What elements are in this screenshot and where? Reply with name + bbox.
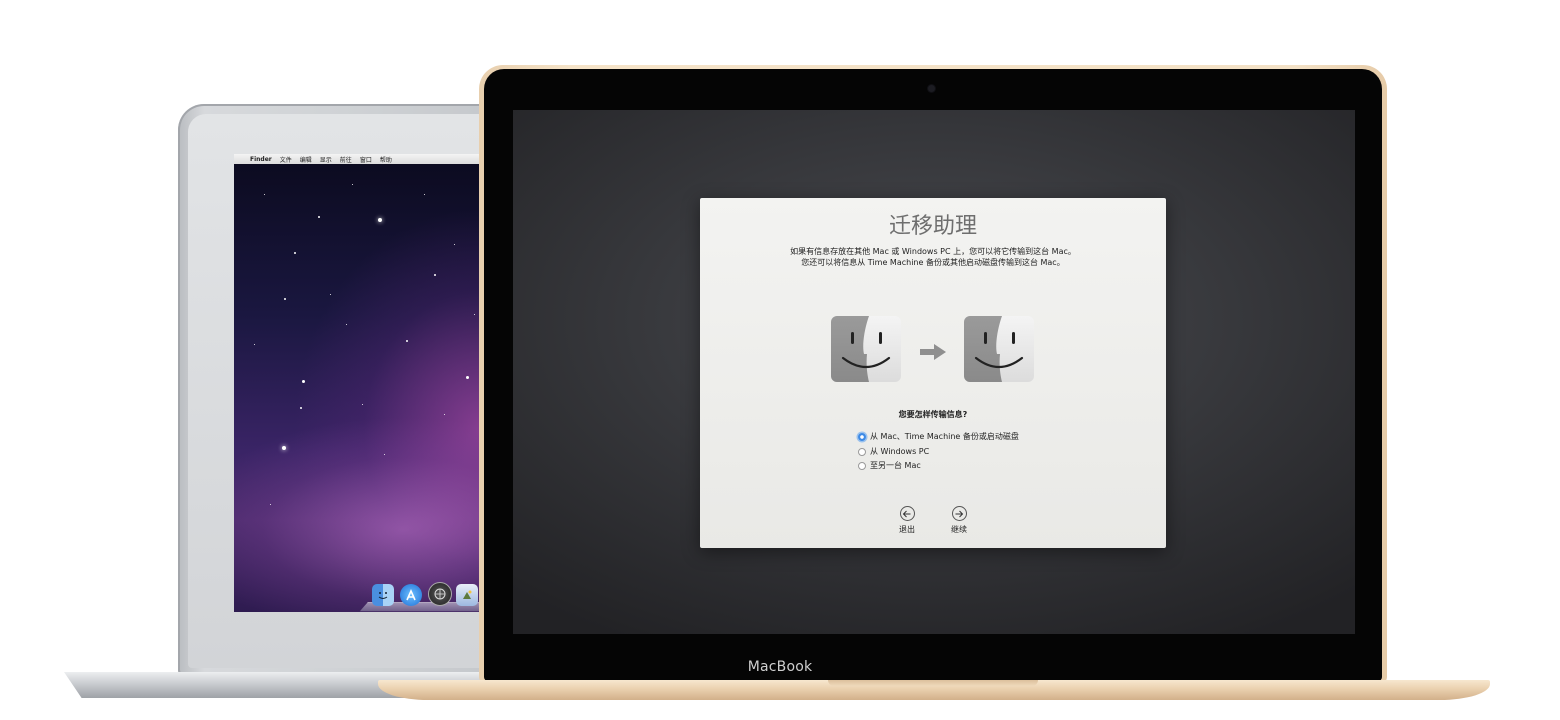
menu-bar: Finder 文件 编辑 显示 前往 窗口 帮助: [234, 154, 494, 164]
option-from-mac[interactable]: 从 Mac、Time Machine 备份或启动磁盘: [858, 431, 1019, 442]
star: [384, 454, 385, 455]
menu-item-view[interactable]: 显示: [320, 155, 332, 164]
star: [454, 244, 455, 245]
continue-button[interactable]: 继续: [939, 506, 979, 535]
option-from-windows[interactable]: 从 Windows PC: [858, 446, 929, 457]
option-to-another-mac[interactable]: 至另一台 Mac: [858, 460, 921, 471]
migration-assistant-window: 迁移助理 如果有信息存放在其他 Mac 或 Windows PC 上，您可以将它…: [700, 198, 1166, 548]
transfer-question: 您要怎样传输信息?: [898, 410, 968, 419]
star: [254, 344, 255, 345]
star: [330, 294, 331, 295]
option-to-another-mac-label: 至另一台 Mac: [870, 461, 921, 470]
radio-from-mac[interactable]: [858, 432, 866, 441]
star: [318, 216, 320, 218]
menu-item-file[interactable]: 文件: [280, 155, 292, 164]
star: [302, 380, 305, 383]
menu-app-name[interactable]: Finder: [250, 156, 272, 163]
macbook-hinge-notch: [828, 680, 1038, 686]
star: [362, 404, 363, 405]
radio-from-windows[interactable]: [858, 447, 866, 456]
star: [444, 414, 445, 415]
radio-to-another-mac[interactable]: [858, 461, 866, 470]
quit-label: 退出: [899, 525, 915, 534]
star: [406, 340, 408, 342]
menu-item-window[interactable]: 窗口: [360, 155, 372, 164]
arrow-left-circle-icon: [899, 506, 915, 521]
arrow-right-icon: [920, 344, 946, 360]
star: [264, 194, 265, 195]
camera-icon: [928, 85, 935, 92]
star: [424, 194, 425, 195]
star: [346, 324, 347, 325]
finder-icon[interactable]: [372, 584, 394, 606]
app-store-icon[interactable]: [400, 584, 422, 606]
description-line-2: 您还可以将信息从 Time Machine 备份或其他启动磁盘传输到这台 Mac…: [801, 258, 1065, 267]
source-finder-icon: [831, 316, 901, 382]
star: [282, 446, 286, 450]
description-line-1: 如果有信息存放在其他 Mac 或 Windows PC 上，您可以将它传输到这台…: [790, 247, 1076, 256]
star: [300, 407, 302, 409]
option-from-windows-label: 从 Windows PC: [870, 447, 930, 456]
star: [294, 252, 296, 254]
continue-label: 继续: [951, 525, 967, 534]
dock: [359, 582, 494, 612]
star: [352, 184, 353, 185]
star: [434, 274, 436, 276]
menu-item-help[interactable]: 帮助: [380, 155, 392, 164]
window-title: 迁移助理: [888, 214, 977, 239]
destination-finder-icon: [964, 316, 1034, 382]
macbook-air-screen: Finder 文件 编辑 显示 前往 窗口 帮助: [234, 154, 494, 612]
window-description: 如果有信息存放在其他 Mac 或 Windows PC 上，您可以将它传输到这台…: [700, 246, 1166, 268]
star: [270, 504, 271, 505]
option-from-mac-label: 从 Mac、Time Machine 备份或启动磁盘: [870, 432, 1019, 441]
arrow-right-circle-icon: [951, 506, 967, 521]
menu-item-edit[interactable]: 编辑: [300, 155, 312, 164]
star: [474, 314, 475, 315]
menu-item-go[interactable]: 前往: [340, 155, 352, 164]
star: [466, 376, 469, 379]
star: [284, 298, 286, 300]
quit-button[interactable]: 退出: [887, 506, 927, 535]
macbook-brand-label: MacBook: [747, 659, 813, 675]
star: [378, 218, 382, 222]
preview-icon[interactable]: [456, 584, 478, 606]
launchpad-icon[interactable]: [428, 582, 452, 606]
